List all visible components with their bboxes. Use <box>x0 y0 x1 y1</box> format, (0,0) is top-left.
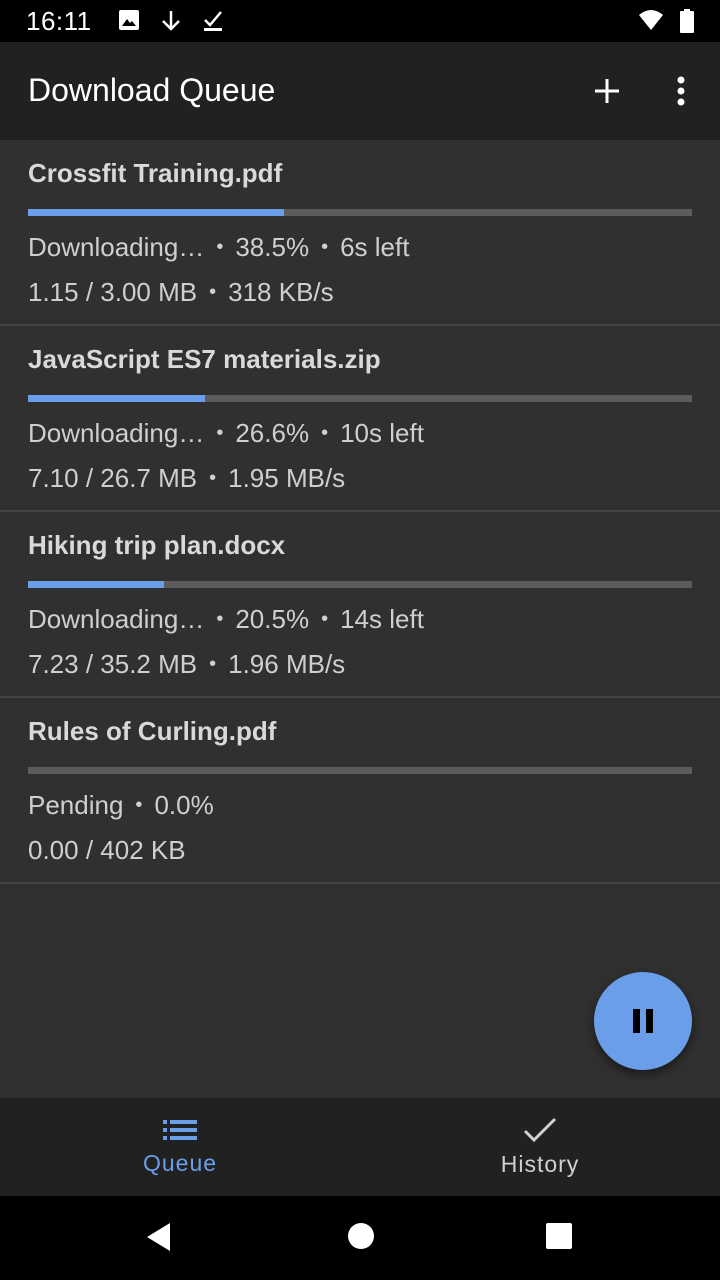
percent-text: 26.6% <box>235 418 310 448</box>
download-icon <box>160 9 182 38</box>
progress-fill <box>28 209 284 216</box>
file-name: Hiking trip plan.docx <box>28 530 286 560</box>
download-list: Crossfit Training.pdf Downloading… • 38.5%… <box>0 140 720 884</box>
speed-text: 318 KB/s <box>228 277 334 307</box>
progress-fill <box>28 581 165 588</box>
status-time: 16:11 <box>26 6 92 36</box>
progress-bar <box>28 767 692 774</box>
size-text: 0.00 / 402 KB <box>28 835 186 865</box>
status-text: Downloading… <box>28 604 205 634</box>
system-navigation-bar <box>0 1196 720 1280</box>
time-left-text: 10s left <box>340 418 424 448</box>
status-text: Downloading… <box>28 418 205 448</box>
status-bar: 16:11 <box>0 0 720 42</box>
download-item[interactable]: Rules of Curling.pdf Pending • 0.0% 0.00 /… <box>0 698 720 884</box>
file-name: Rules of Curling.pdf <box>28 716 277 746</box>
size-line: 0.00 / 402 KB <box>28 835 186 866</box>
percent-text: 20.5% <box>235 604 310 634</box>
recents-icon <box>546 1223 572 1249</box>
progress-fill <box>28 395 205 402</box>
speed-text: 1.95 MB/s <box>228 463 346 493</box>
speed-text: 1.96 MB/s <box>228 649 346 679</box>
add-button[interactable] <box>582 66 632 116</box>
more-vert-icon <box>677 76 685 106</box>
bottom-navigation: Queue History <box>0 1098 720 1196</box>
time-left-text: 14s left <box>340 604 424 634</box>
recents-button[interactable] <box>545 1222 573 1255</box>
wifi-icon <box>638 9 664 36</box>
percent-text: 38.5% <box>235 232 310 262</box>
status-line: Downloading… • 20.5% • 14s left <box>28 604 424 634</box>
download-item[interactable]: JavaScript ES7 materials.zip Downloading… <box>0 326 720 512</box>
size-text: 7.23 / 35.2 MB <box>28 649 198 679</box>
app-title: Download Queue <box>28 72 276 108</box>
more-options-button[interactable] <box>656 66 706 116</box>
time-left-text: 6s left <box>340 232 410 262</box>
status-text: Pending <box>28 790 124 820</box>
size-text: 7.10 / 26.7 MB <box>28 463 198 493</box>
tab-queue[interactable]: Queue <box>0 1098 360 1196</box>
add-icon <box>595 79 619 103</box>
file-name: Crossfit Training.pdf <box>28 158 283 188</box>
pause-all-button[interactable] <box>594 972 692 1070</box>
back-button[interactable] <box>146 1222 172 1257</box>
size-line: 7.23 / 35.2 MB • 1.96 MB/s <box>28 649 346 679</box>
back-icon <box>147 1223 170 1251</box>
size-line: 7.10 / 26.7 MB • 1.95 MB/s <box>28 463 346 493</box>
percent-text: 0.0% <box>154 790 214 820</box>
home-icon <box>348 1223 374 1249</box>
status-line: Downloading… • 26.6% • 10s left <box>28 418 424 448</box>
tab-history[interactable]: History <box>360 1098 720 1196</box>
size-line: 1.15 / 3.00 MB • 318 KB/s <box>28 277 334 307</box>
status-text: Downloading… <box>28 232 205 262</box>
list-icon <box>163 1119 197 1140</box>
size-text: 1.15 / 3.00 MB <box>28 277 198 307</box>
checklist-icon <box>202 9 224 38</box>
tab-label: Queue <box>142 1149 218 1176</box>
status-line: Downloading… • 38.5% • 6s left <box>28 232 410 262</box>
battery-icon <box>680 9 694 38</box>
pause-icon <box>633 1009 653 1033</box>
check-icon <box>523 1117 557 1142</box>
app-bar: Download Queue <box>0 42 720 140</box>
progress-bar <box>28 581 692 588</box>
download-item[interactable]: Crossfit Training.pdf Downloading… • 38.5%… <box>0 140 720 326</box>
home-button[interactable] <box>347 1222 375 1255</box>
status-line: Pending • 0.0% <box>28 790 214 820</box>
file-name: JavaScript ES7 materials.zip <box>28 344 381 374</box>
progress-bar <box>28 209 692 216</box>
progress-bar <box>28 395 692 402</box>
image-icon <box>118 9 140 36</box>
tab-label: History <box>500 1150 580 1177</box>
download-item[interactable]: Hiking trip plan.docx Downloading… • 20.5%… <box>0 512 720 698</box>
